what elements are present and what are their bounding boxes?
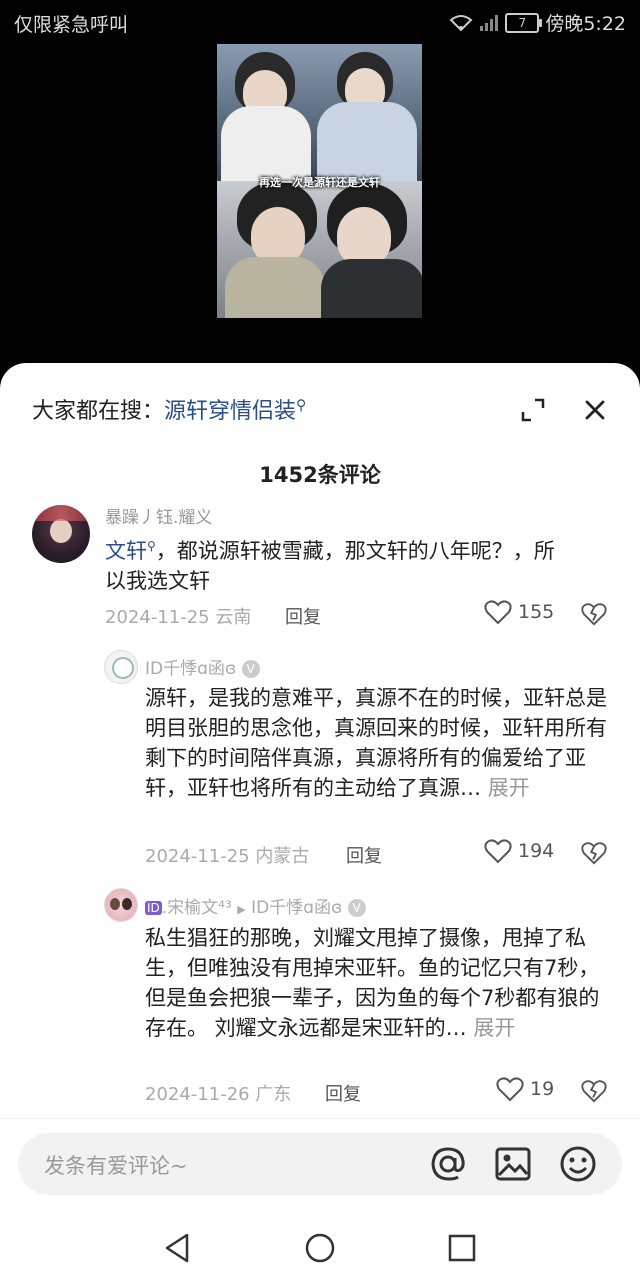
person-jacket: [225, 257, 325, 318]
emoji-icon[interactable]: [558, 1144, 598, 1184]
like-button[interactable]: 155: [484, 599, 554, 625]
reply-arrow-icon: ▶: [237, 903, 246, 916]
comment-input-placeholder: 发条有爱评论~: [44, 1154, 188, 1178]
status-time: 傍晚5:22: [545, 13, 626, 35]
like-button[interactable]: 19: [496, 1076, 554, 1102]
video-caption: 再选一次是源轩还是文轩: [259, 176, 380, 189]
battery-icon: 7: [505, 12, 543, 33]
search-icon: ⚲: [296, 397, 307, 414]
reply-button[interactable]: 回复: [285, 603, 321, 629]
like-count: 194: [518, 840, 555, 862]
person-face: [251, 207, 305, 263]
like-count: 155: [518, 601, 555, 623]
dislike-icon[interactable]: [581, 840, 607, 866]
trending-search[interactable]: 大家都在搜：源轩穿情侣装⚲: [32, 393, 306, 425]
home-icon[interactable]: [303, 1231, 337, 1265]
status-right-group: 7 傍晚5:22: [449, 9, 626, 36]
avatar[interactable]: [32, 505, 90, 563]
search-icon: ⚲: [147, 539, 156, 553]
avatar[interactable]: [104, 650, 138, 684]
like-count: 19: [530, 1078, 555, 1100]
heart-icon: [484, 839, 512, 864]
comment-text: 文轩⚲，都说源轩被雪藏，那文轩的八年呢？，所以我选文轩: [105, 539, 555, 593]
image-icon[interactable]: [493, 1144, 533, 1184]
trending-search-term[interactable]: 源轩穿情侣装⚲: [164, 397, 307, 424]
dislike-icon[interactable]: [581, 1078, 607, 1104]
person-face: [337, 207, 391, 265]
comment-mention[interactable]: 文轩⚲: [105, 539, 156, 563]
status-bar: 仅限紧急呼叫 7 傍晚5:22: [0, 0, 640, 44]
expand-text-button[interactable]: 展开: [488, 776, 530, 800]
verified-icon: V: [347, 899, 366, 917]
status-carrier-text: 仅限紧急呼叫: [14, 14, 129, 36]
like-button[interactable]: 194: [484, 838, 554, 864]
comment-input-area: 发条有爱评论~: [0, 1118, 640, 1281]
verified-icon: V: [241, 660, 260, 678]
back-icon[interactable]: [161, 1231, 195, 1265]
comment-username[interactable]: ID千悸ɑ函ɞ V: [145, 654, 260, 679]
expand-icon[interactable]: [520, 397, 546, 423]
comment-input[interactable]: 发条有爱评论~: [18, 1133, 622, 1195]
comment-text: 源轩，是我的意难平，真源不在的时候，亚轩总是明目张胆的思念他，真源回来的时候，亚…: [145, 686, 607, 800]
expand-text-button[interactable]: 展开: [473, 1016, 515, 1040]
comment-sheet: 大家都在搜：源轩穿情侣装⚲ 1452条评论 暴躁丿钰.耀义 文轩⚲，都说源轩被雪…: [0, 363, 640, 1281]
heart-icon: [496, 1077, 524, 1102]
id-badge: ID: [145, 901, 162, 915]
trending-search-label: 大家都在搜：: [32, 399, 165, 424]
at-icon[interactable]: [428, 1144, 468, 1184]
dislike-icon[interactable]: [581, 601, 607, 627]
signal-icon: [480, 14, 499, 31]
avatar[interactable]: [104, 888, 138, 922]
comment-date-location: 2024-11-25 云南: [105, 607, 252, 628]
comment-text: 私生猖狂的那晚，刘耀文甩掉了摄像，甩掉了私生，但唯独没有甩掉宋亚轩。鱼的记忆只有…: [145, 926, 600, 1040]
video-thumbnail[interactable]: 再选一次是源轩还是文轩: [217, 44, 422, 318]
reply-button[interactable]: 回复: [346, 842, 382, 868]
system-nav-bar: [0, 1216, 640, 1281]
wifi-icon: [449, 14, 473, 31]
comment-count: 1452条评论: [259, 463, 381, 487]
comment-date-location: 2024-11-26 广东: [145, 1084, 292, 1105]
person-jacket: [321, 259, 422, 318]
recents-icon[interactable]: [445, 1231, 479, 1265]
comment-date-location: 2024-11-25 内蒙古: [145, 846, 310, 867]
comment-username[interactable]: 暴躁丿钰.耀义: [105, 503, 212, 528]
comment-username[interactable]: ID .宋榆文⁴³ ▶ ID千悸ɑ函ɞ V: [145, 893, 366, 918]
video-frame-top: [217, 44, 422, 186]
reply-to-username[interactable]: ID千悸ɑ函ɞ: [251, 898, 342, 918]
close-icon[interactable]: [582, 397, 608, 423]
heart-icon: [484, 600, 512, 625]
reply-button[interactable]: 回复: [325, 1080, 361, 1106]
video-frame-bottom: [217, 181, 422, 318]
